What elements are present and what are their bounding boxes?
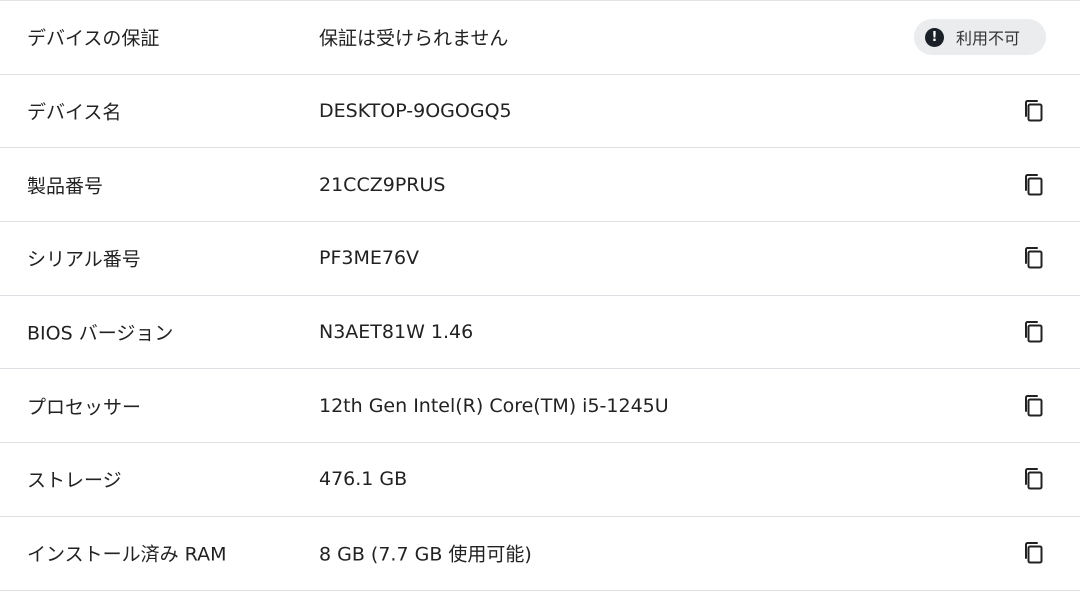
copy-icon	[1025, 247, 1043, 269]
row-value: 476.1 GB	[319, 468, 408, 491]
copy-button[interactable]	[1018, 95, 1050, 127]
copy-button[interactable]	[1018, 242, 1050, 274]
copy-button[interactable]	[1018, 463, 1050, 495]
row-value: PF3ME76V	[319, 247, 420, 270]
row-label: 製品番号	[27, 175, 104, 198]
copy-icon	[1025, 100, 1043, 122]
status-badge: ! 利用不可	[914, 19, 1046, 56]
row-value: N3AET81W 1.46	[319, 321, 474, 344]
row-value: 12th Gen Intel(R) Core(TM) i5-1245U	[319, 394, 669, 417]
copy-button[interactable]	[1018, 390, 1050, 422]
copy-icon	[1025, 321, 1043, 343]
copy-button[interactable]	[1018, 537, 1050, 569]
row-label: シリアル番号	[27, 248, 141, 271]
row-storage: ストレージ 476.1 GB	[0, 443, 1080, 517]
row-value: DESKTOP-9OGOGQ5	[319, 100, 512, 123]
row-device-name: デバイス名 DESKTOP-9OGOGQ5	[0, 75, 1080, 149]
row-label: デバイスの保証	[27, 27, 160, 50]
copy-button[interactable]	[1018, 169, 1050, 201]
row-value: 保証は受けられません	[319, 27, 509, 50]
copy-icon	[1025, 173, 1043, 196]
row-label: デバイス名	[27, 101, 122, 124]
row-label: ストレージ	[27, 469, 122, 492]
row-bios-version: BIOS バージョン N3AET81W 1.46	[0, 296, 1080, 370]
row-value: 21CCZ9PRUS	[319, 173, 446, 196]
row-device-warranty: デバイスの保証 保証は受けられません ! 利用不可	[0, 1, 1080, 75]
row-processor: プロセッサー 12th Gen Intel(R) Core(TM) i5-124…	[0, 369, 1080, 444]
row-product-number: 製品番号 21CCZ9PRUS	[0, 148, 1080, 223]
row-serial-number: シリアル番号 PF3ME76V	[0, 222, 1080, 296]
row-label: プロセッサー	[27, 396, 142, 419]
copy-icon	[1025, 394, 1043, 417]
copy-icon	[1025, 542, 1043, 564]
exclamation-icon: !	[925, 27, 944, 47]
copy-button[interactable]	[1018, 316, 1050, 348]
row-label: インストール済み RAM	[27, 543, 227, 566]
copy-icon	[1025, 468, 1043, 490]
status-badge-label: 利用不可	[956, 29, 1021, 49]
row-installed-ram: インストール済み RAM 8 GB (7.7 GB 使用可能)	[0, 517, 1080, 591]
row-label: BIOS バージョン	[27, 322, 174, 345]
row-value: 8 GB (7.7 GB 使用可能)	[319, 543, 532, 566]
device-info-panel: デバイスの保証 保証は受けられません ! 利用不可 デバイス名 DESKTOP-…	[0, 0, 1080, 597]
